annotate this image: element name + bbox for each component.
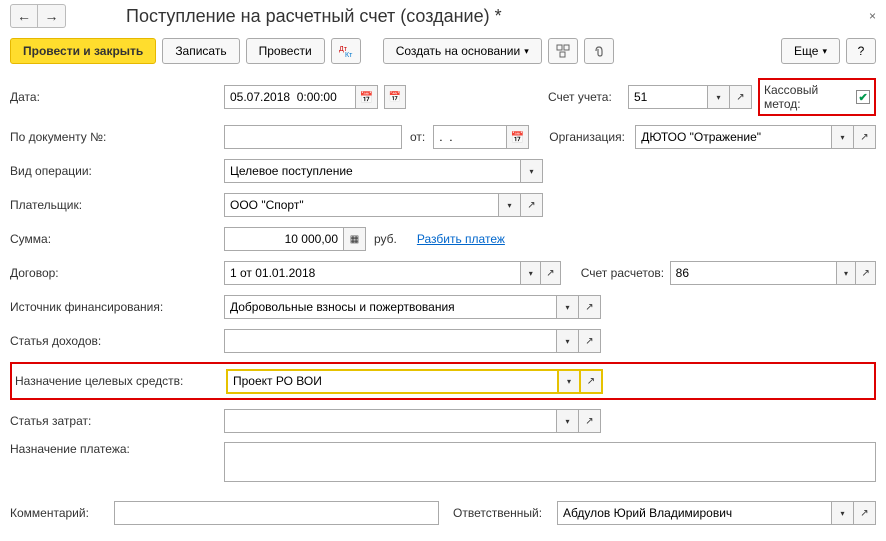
target-funds-input[interactable] <box>226 369 559 394</box>
close-icon[interactable]: × <box>869 9 876 23</box>
comment-input[interactable] <box>114 501 439 525</box>
settle-acc-open-icon[interactable] <box>856 261 876 285</box>
page-title: Поступление на расчетный счет (создание)… <box>126 6 502 27</box>
payer-label: Плательщик: <box>10 198 224 212</box>
contract-open-icon[interactable] <box>541 261 561 285</box>
expense-item-open-icon[interactable] <box>579 409 601 433</box>
op-type-dropdown-icon[interactable] <box>521 159 543 183</box>
expense-item-dropdown-icon[interactable] <box>557 409 579 433</box>
fin-source-dropdown-icon[interactable] <box>557 295 579 319</box>
payer-input[interactable] <box>224 193 499 217</box>
responsible-dropdown-icon[interactable] <box>832 501 854 525</box>
income-item-dropdown-icon[interactable] <box>557 329 579 353</box>
account-dropdown-icon[interactable] <box>708 85 730 109</box>
from-label: от: <box>410 130 425 144</box>
nav-forward-button[interactable]: → <box>38 4 66 28</box>
post-and-close-button[interactable]: Провести и закрыть <box>10 38 156 64</box>
payment-purpose-label: Назначение платежа: <box>10 442 224 456</box>
sum-label: Сумма: <box>10 232 224 246</box>
target-funds-label: Назначение целевых средств: <box>15 374 226 388</box>
dt-kt-button[interactable]: ДтКт <box>331 38 361 64</box>
account-label: Счет учета: <box>548 90 628 104</box>
org-dropdown-icon[interactable] <box>832 125 854 149</box>
doc-date-calendar-icon[interactable]: 📅 <box>507 125 529 149</box>
responsible-open-icon[interactable] <box>854 501 876 525</box>
expense-item-label: Статья затрат: <box>10 414 224 428</box>
calendar-icon[interactable]: 📅 <box>356 85 378 109</box>
date-extra-button[interactable]: 📅 <box>384 85 406 109</box>
currency-label: руб. <box>374 232 397 246</box>
split-payment-link[interactable]: Разбить платеж <box>417 232 505 246</box>
contract-label: Договор: <box>10 266 224 280</box>
org-open-icon[interactable] <box>854 125 876 149</box>
payer-dropdown-icon[interactable] <box>499 193 521 217</box>
nav-back-button[interactable]: ← <box>10 4 38 28</box>
payer-open-icon[interactable] <box>521 193 543 217</box>
fin-source-open-icon[interactable] <box>579 295 601 319</box>
save-button[interactable]: Записать <box>162 38 239 64</box>
op-type-label: Вид операции: <box>10 164 224 178</box>
contract-dropdown-icon[interactable] <box>521 261 541 285</box>
doc-number-input[interactable] <box>224 125 402 149</box>
by-doc-label: По документу №: <box>10 130 224 144</box>
op-type-input[interactable] <box>224 159 521 183</box>
help-button[interactable]: ? <box>846 38 876 64</box>
org-label: Организация: <box>549 130 635 144</box>
create-based-on-button[interactable]: Создать на основании <box>383 38 542 64</box>
target-funds-open-icon[interactable] <box>581 369 603 394</box>
cash-method-checkbox[interactable] <box>856 90 870 104</box>
attachment-icon-button[interactable] <box>584 38 614 64</box>
income-item-input[interactable] <box>224 329 557 353</box>
settle-acc-dropdown-icon[interactable] <box>837 261 857 285</box>
comment-label: Комментарий: <box>10 506 114 520</box>
fin-source-input[interactable] <box>224 295 557 319</box>
target-funds-dropdown-icon[interactable] <box>559 369 581 394</box>
post-button[interactable]: Провести <box>246 38 325 64</box>
expense-item-input[interactable] <box>224 409 557 433</box>
fin-source-label: Источник финансирования: <box>10 300 224 314</box>
responsible-input[interactable] <box>557 501 832 525</box>
account-open-icon[interactable] <box>730 85 752 109</box>
income-item-label: Статья доходов: <box>10 334 224 348</box>
payment-purpose-textarea[interactable] <box>224 442 876 482</box>
doc-date-input[interactable] <box>433 125 507 149</box>
cash-method-label: Кассовый метод: <box>764 83 856 111</box>
date-input[interactable] <box>224 85 356 109</box>
sum-input[interactable] <box>224 227 344 251</box>
account-input[interactable] <box>628 85 708 109</box>
settle-acc-input[interactable] <box>670 261 837 285</box>
svg-text:Кт: Кт <box>345 52 353 58</box>
calendar-icon: 📅 <box>389 92 401 103</box>
contract-input[interactable] <box>224 261 521 285</box>
org-input[interactable] <box>635 125 832 149</box>
responsible-label: Ответственный: <box>453 506 557 520</box>
sum-calc-icon[interactable]: ▦ <box>344 227 366 251</box>
structure-icon-button[interactable] <box>548 38 578 64</box>
more-button[interactable]: Еще <box>781 38 840 64</box>
settle-acc-label: Счет расчетов: <box>581 266 670 280</box>
income-item-open-icon[interactable] <box>579 329 601 353</box>
date-label: Дата: <box>10 90 224 104</box>
